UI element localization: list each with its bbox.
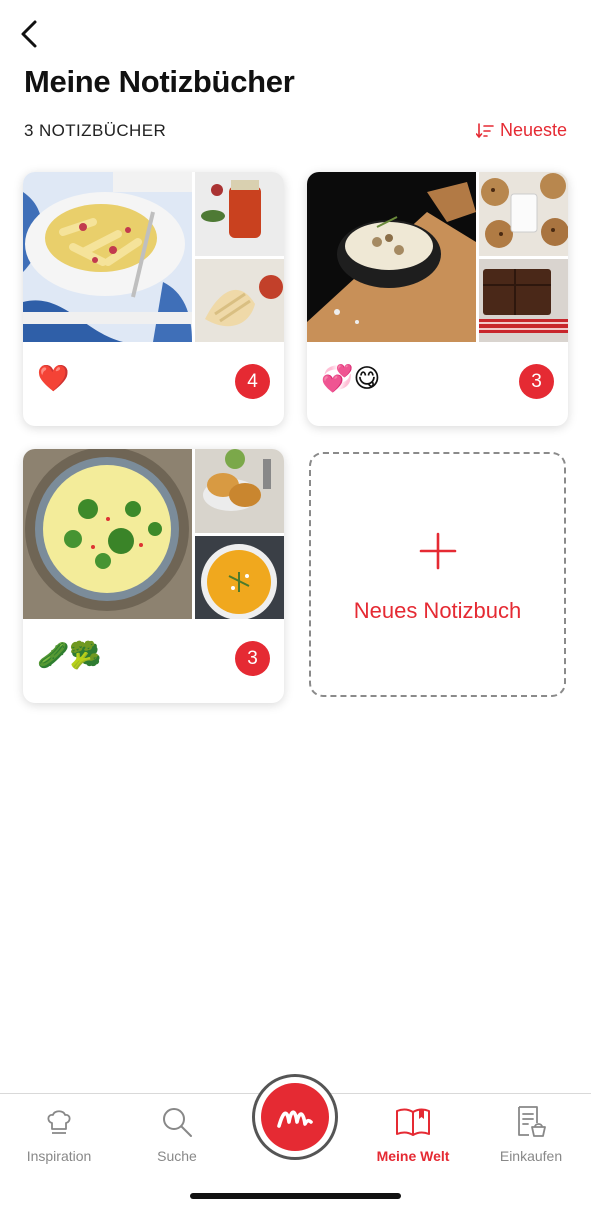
tab-label: Meine Welt bbox=[376, 1148, 450, 1164]
brownies-photo bbox=[479, 259, 568, 342]
notebook-cover bbox=[307, 172, 568, 342]
page-title: Meine Notizbücher bbox=[24, 64, 295, 99]
pasta-dish-photo bbox=[23, 172, 192, 342]
tab-label: Suche bbox=[157, 1148, 197, 1164]
shopping-list-icon bbox=[518, 1106, 546, 1137]
tab-search[interactable]: Suche bbox=[122, 1104, 232, 1164]
chef-hat-icon bbox=[47, 1110, 71, 1134]
notebook-card[interactable]: 🥒🥦 3 bbox=[23, 449, 284, 703]
risotto-pan-photo bbox=[307, 172, 476, 342]
center-app-button[interactable] bbox=[252, 1074, 338, 1160]
notebook-emoji: 💞😋 bbox=[321, 364, 381, 394]
notebook-emoji: ❤️ bbox=[37, 364, 70, 394]
notebook-card[interactable]: 💞😋 3 bbox=[307, 172, 568, 426]
notebook-cover bbox=[23, 172, 284, 342]
chevron-left-icon bbox=[21, 20, 37, 48]
tab-meine-welt[interactable]: Meine Welt bbox=[358, 1104, 468, 1164]
notebook-count: 3 NOTIZBÜCHER bbox=[24, 121, 167, 140]
home-indicator bbox=[190, 1193, 401, 1199]
sort-button[interactable]: Neueste bbox=[475, 120, 567, 141]
tab-einkaufen[interactable]: Einkaufen bbox=[476, 1104, 586, 1164]
pumpkin-soup-photo bbox=[195, 536, 284, 619]
recipe-count-badge: 3 bbox=[519, 364, 554, 399]
tab-inspiration[interactable]: Inspiration bbox=[4, 1104, 114, 1164]
plus-icon bbox=[419, 532, 457, 570]
new-notebook-button[interactable]: Neues Notizbuch bbox=[309, 452, 566, 697]
notebook-cover bbox=[23, 449, 284, 619]
back-button[interactable] bbox=[14, 16, 44, 52]
tab-label: Einkaufen bbox=[499, 1148, 563, 1164]
recipe-count-badge: 4 bbox=[235, 364, 270, 399]
new-notebook-label: Neues Notizbuch bbox=[353, 598, 522, 623]
tab-label: Inspiration bbox=[26, 1148, 92, 1164]
recipe-count-badge: 3 bbox=[235, 641, 270, 676]
sort-icon bbox=[475, 122, 494, 138]
tomato-sauce-jar-photo bbox=[195, 172, 284, 256]
sort-label: Neueste bbox=[499, 120, 567, 140]
potato-fritters-photo bbox=[195, 449, 284, 533]
book-icon bbox=[396, 1108, 430, 1136]
search-icon bbox=[163, 1108, 192, 1137]
notebook-card[interactable]: ❤️ 4 bbox=[23, 172, 284, 426]
cookies-milk-photo bbox=[479, 172, 568, 256]
notebook-emoji: 🥒🥦 bbox=[37, 641, 102, 671]
broccoli-soup-photo bbox=[23, 449, 192, 619]
fresh-pasta-photo bbox=[195, 259, 284, 342]
app-logo-icon bbox=[277, 1110, 313, 1128]
